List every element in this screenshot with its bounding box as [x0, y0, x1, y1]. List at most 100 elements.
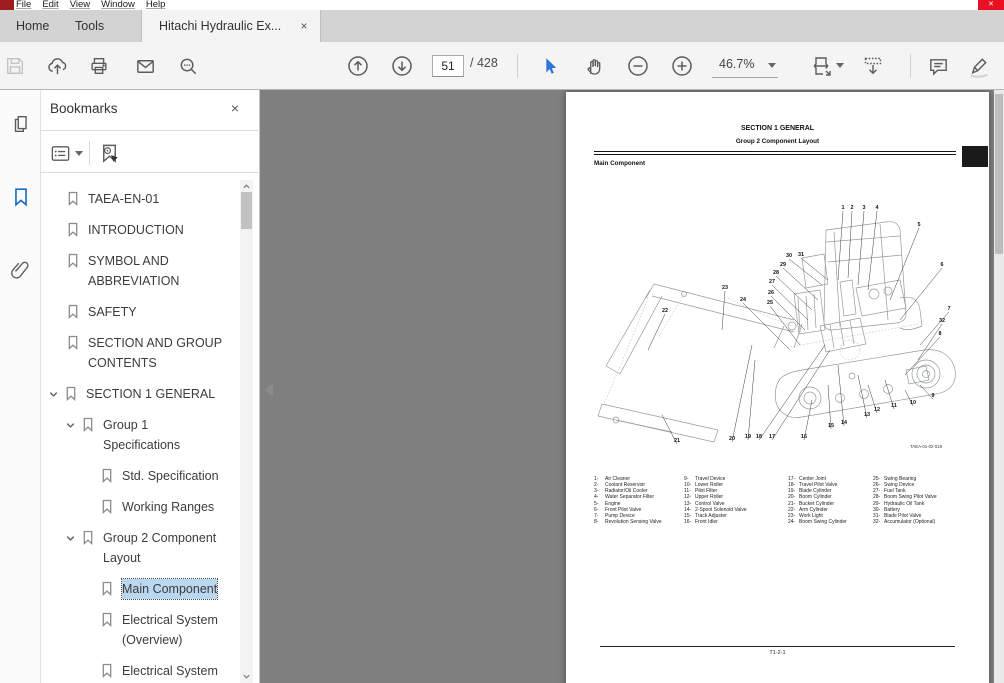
callout-leader-line [743, 303, 790, 350]
footer-rule [600, 646, 955, 647]
diagram-callout-number: 7 [948, 306, 951, 312]
bookmark-icon [65, 386, 78, 401]
save-button[interactable] [0, 51, 30, 81]
locate-bookmark-icon [98, 142, 121, 165]
attachments-button[interactable] [9, 258, 33, 282]
scroll-mode-button[interactable] [858, 51, 888, 81]
select-tool-button[interactable] [535, 51, 565, 81]
diagram-callout-number: 23 [722, 285, 728, 291]
bookmark-item[interactable]: SECTION 1 GENERAL [41, 384, 240, 404]
bookmark-label: TAEA-EN-01 [88, 189, 159, 209]
cloud-upload-icon [46, 55, 69, 78]
bookmark-label: Std. Specification [122, 466, 219, 486]
bookmark-label: SAFETY [88, 302, 137, 322]
bookmark-label: Group 1 Specifications [103, 415, 223, 455]
main-toolbar: / 428 46.7% [0, 42, 1004, 90]
print-button[interactable] [84, 51, 114, 81]
print-icon [88, 55, 110, 77]
chevron-down-icon[interactable] [47, 388, 61, 401]
tab-document[interactable]: Hitachi Hydraulic Ex... × [141, 10, 321, 42]
bookmark-item[interactable]: Electrical System (Relays) [41, 661, 240, 683]
bookmark-options-button[interactable] [49, 140, 83, 166]
menu-edit[interactable]: Edit [42, 0, 58, 10]
bookmark-item[interactable]: Group 2 Component Layout [41, 528, 240, 568]
diagram-callout-number: 27 [769, 279, 775, 285]
main-area: Bookmarks × TAEA-EN-01 INTRODUCTION SYMBOL… [0, 90, 1004, 683]
email-button[interactable] [130, 51, 160, 81]
pencil-tool-button[interactable] [963, 51, 993, 81]
bookmark-icon [67, 253, 80, 268]
diagram-callout-number: 4 [876, 205, 879, 211]
callout-leader-line [722, 291, 725, 330]
window-close-button[interactable]: ✕ [978, 0, 1004, 10]
chevron-down-icon[interactable] [64, 532, 78, 545]
parts-list-item: 16-Front Idler [684, 519, 747, 525]
comment-tool-button[interactable] [923, 51, 953, 81]
menu-file[interactable]: File [16, 0, 31, 10]
callout-leader-line [838, 211, 843, 280]
diagram-callout-number: 6 [941, 262, 944, 268]
panel-title: Bookmarks [50, 101, 118, 116]
page-up-icon [346, 54, 370, 78]
toolbar-separator [517, 54, 518, 78]
bookmark-item[interactable]: Std. Specification [41, 466, 240, 486]
panel-close-button[interactable]: × [227, 100, 243, 116]
zoom-level-dropdown[interactable]: 46.7% [712, 54, 778, 78]
bookmark-item[interactable]: TAEA-EN-01 [41, 189, 240, 209]
bookmarks-list: TAEA-EN-01 INTRODUCTION SYMBOL AND ABBREVI… [41, 180, 240, 683]
zoom-in-button[interactable] [667, 51, 697, 81]
bookmark-item[interactable]: SECTION AND GROUP CONTENTS [41, 333, 240, 373]
bookmarks-panel-button[interactable] [9, 185, 33, 209]
expand-current-bookmark-button[interactable] [98, 140, 121, 166]
bookmark-item[interactable]: SAFETY [41, 302, 240, 322]
next-page-button[interactable] [387, 51, 417, 81]
bookmark-item[interactable]: Group 1 Specifications [41, 415, 240, 455]
parts-column: 25-Swing Bearing26-Swing Device27-Fuel T… [873, 476, 937, 525]
chevron-down-icon[interactable] [64, 419, 78, 432]
scrollbar-thumb[interactable] [241, 192, 252, 229]
save-icon [4, 55, 26, 77]
menu-help[interactable]: Help [146, 0, 166, 10]
tab-home[interactable]: Home [8, 10, 57, 42]
bookmark-item[interactable]: SYMBOL AND ABBREVIATION [41, 251, 240, 291]
panel-collapse-handle[interactable] [265, 383, 273, 397]
menu-bar: File Edit View Window Help [16, 0, 176, 10]
tab-close-icon[interactable]: × [297, 19, 311, 33]
page-number-input[interactable] [432, 55, 464, 77]
callout-leader-line [838, 365, 844, 426]
previous-page-button[interactable] [343, 51, 373, 81]
callout-leader-line [759, 345, 825, 440]
bookmark-item[interactable]: INTRODUCTION [41, 220, 240, 240]
menu-window[interactable]: Window [101, 0, 135, 10]
fit-width-button[interactable] [803, 51, 843, 81]
diagram-callout-number: 1 [842, 205, 845, 211]
document-scrollbar-thumb[interactable] [995, 94, 1003, 254]
bookmark-icon [82, 530, 95, 545]
diagram-callout-number: 26 [768, 290, 774, 296]
excavator-diagram: 1234567328910111213141516171819202122232… [588, 198, 968, 450]
bookmark-item[interactable]: Electrical System (Overview) [41, 610, 240, 650]
menu-view[interactable]: View [70, 0, 90, 10]
search-button[interactable] [173, 51, 203, 81]
page-thumbnails-button[interactable] [9, 112, 33, 136]
parts-column: 17-Center Joint18-Travel Pilot Valve19-B… [788, 476, 847, 525]
tab-tools[interactable]: Tools [67, 10, 112, 42]
hand-tool-button[interactable] [580, 51, 610, 81]
document-area: SECTION 1 GENERAL Group 2 Component Layo… [260, 90, 1004, 683]
zoom-out-button[interactable] [623, 51, 653, 81]
panel-scrollbar[interactable] [240, 180, 253, 683]
document-scrollbar[interactable] [994, 90, 1004, 683]
diagram-callout-number: 9 [932, 393, 935, 399]
pencil-icon [967, 55, 990, 78]
bookmark-label: Electrical System (Overview) [122, 610, 240, 650]
scroll-down-icon[interactable] [242, 672, 251, 681]
share-upload-button[interactable] [42, 51, 72, 81]
bookmark-item[interactable]: Main Component [41, 579, 240, 599]
parts-column: 9-Travel Device10-Lower Roller11-Pilot F… [684, 476, 747, 525]
diagram-callout-number: 19 [745, 434, 751, 440]
bookmark-label: SYMBOL AND ABBREVIATION [88, 251, 238, 291]
scroll-up-icon[interactable] [242, 182, 251, 191]
diagram-callout-number: 11 [891, 403, 897, 409]
callout-leader-line [748, 360, 755, 440]
bookmark-item[interactable]: Working Ranges [41, 497, 240, 517]
